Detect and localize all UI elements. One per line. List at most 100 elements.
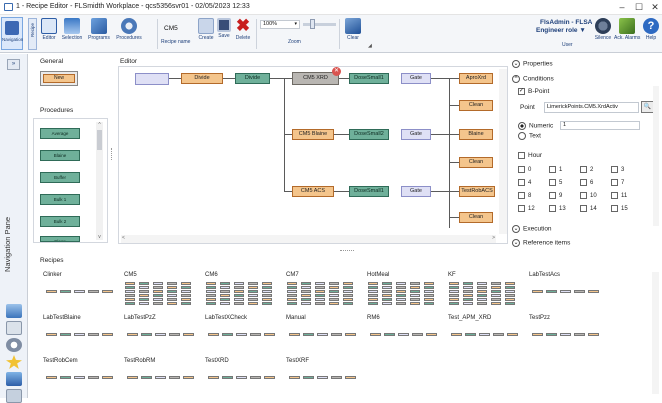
recipe-card[interactable]: CM6 xyxy=(203,270,281,313)
procedures-scrollbar[interactable]: ^ v xyxy=(96,122,103,240)
new-recipe-node[interactable]: New xyxy=(40,71,78,86)
recipe-card[interactable]: RM6 xyxy=(365,313,443,356)
clean-node[interactable]: Clean xyxy=(459,212,493,223)
recipe-nav-icon[interactable] xyxy=(6,372,22,386)
dose-node[interactable]: DoseSmall1 xyxy=(349,186,389,197)
properties-header[interactable]: ⌄ Properties xyxy=(512,60,553,68)
zoom-slider[interactable] xyxy=(303,23,336,26)
procedure-item[interactable]: Bulk 1 xyxy=(40,194,80,205)
delete-button[interactable]: ✖ Delete xyxy=(233,17,253,50)
hour-checkbox-8[interactable]: 8 xyxy=(518,192,531,199)
star-icon[interactable] xyxy=(6,355,22,369)
hour-checkbox-0[interactable]: 0 xyxy=(518,166,531,173)
procedures-button[interactable]: Procedures xyxy=(114,17,144,50)
save-button[interactable]: Save xyxy=(216,17,232,50)
recipe-card[interactable]: HotMeal xyxy=(365,270,443,313)
text-radio[interactable]: Text xyxy=(518,132,541,140)
clean-node[interactable]: Clean xyxy=(459,157,493,168)
splitter-handle[interactable] xyxy=(111,148,113,160)
editor-vertical-scrollbar[interactable] xyxy=(499,69,507,234)
divide-node-orange[interactable]: Divide xyxy=(181,73,223,84)
recipe-card[interactable]: LabTestBlaine xyxy=(41,313,119,356)
recipe-card[interactable]: TestRobRM xyxy=(122,356,200,399)
hour-checkbox-3[interactable]: 3 xyxy=(611,166,624,173)
divide-node-green[interactable]: Divide xyxy=(235,73,270,84)
numeric-radio[interactable]: Numeric xyxy=(518,122,553,130)
recipe-card[interactable]: LabTestPzZ xyxy=(122,313,200,356)
recipe-card[interactable]: TestXRF xyxy=(284,356,362,399)
hour-checkbox-2[interactable]: 2 xyxy=(580,166,593,173)
network-icon[interactable] xyxy=(6,304,22,318)
properties-scrollbar[interactable] xyxy=(653,86,659,226)
recipe-card[interactable]: Test_APM_XRD xyxy=(446,313,524,356)
silence-button[interactable]: Silence xyxy=(592,17,614,50)
editor-horizontal-scrollbar[interactable]: < > xyxy=(121,235,496,243)
point-input[interactable]: LimerickPoints.CM5.XrdActiv xyxy=(544,102,639,113)
recipe-card[interactable]: TestXRD xyxy=(203,356,281,399)
horizontal-splitter[interactable] xyxy=(340,250,354,252)
clean-node[interactable]: Clean xyxy=(459,100,493,111)
dose-node[interactable]: DoseSmall2 xyxy=(349,129,389,140)
scroll-right-icon[interactable]: > xyxy=(492,235,495,241)
recipe-card[interactable]: TestRobCem xyxy=(41,356,119,399)
hour-checkbox-11[interactable]: 11 xyxy=(611,192,627,199)
procedure-item[interactable]: Average xyxy=(40,128,80,139)
recipe-card[interactable]: LabTestAcs xyxy=(527,270,605,313)
procedure-item[interactable]: Clean xyxy=(40,236,80,242)
selection-button[interactable]: Selection xyxy=(60,17,84,50)
remove-node-icon[interactable]: ✕ xyxy=(332,67,341,76)
hour-checkbox-6[interactable]: 6 xyxy=(580,179,593,186)
recipe-card[interactable]: CM5 xyxy=(122,270,200,313)
procedure-item[interactable]: Blaine xyxy=(40,150,80,161)
numeric-input[interactable]: 1 xyxy=(560,121,640,130)
recipe-card[interactable]: Clinker xyxy=(41,270,119,313)
cm5-blaine-node[interactable]: CM5 Blaine xyxy=(292,129,334,140)
reference-items-header[interactable]: ⌄ Reference items xyxy=(512,239,570,247)
bpoint-checkbox[interactable]: ✓ B-Point xyxy=(518,88,549,95)
output-node[interactable]: Blaine xyxy=(459,129,493,140)
maximize-button[interactable]: ☐ xyxy=(631,1,647,13)
recipe-card[interactable]: Manual xyxy=(284,313,362,356)
hour-checkbox-14[interactable]: 14 xyxy=(580,205,597,212)
minimize-button[interactable]: – xyxy=(614,1,630,13)
hour-checkbox-9[interactable]: 9 xyxy=(549,192,562,199)
close-button[interactable]: ✕ xyxy=(647,1,662,13)
hour-checkbox[interactable]: Hour xyxy=(518,152,542,159)
hour-checkbox-4[interactable]: 4 xyxy=(518,179,531,186)
scroll-down-icon[interactable]: v xyxy=(96,234,103,240)
user-role-select[interactable]: Engineer role ▼ xyxy=(536,27,586,34)
settings-icon[interactable] xyxy=(6,389,22,403)
help-button[interactable]: ? Help xyxy=(641,17,661,50)
clock-icon[interactable] xyxy=(6,338,22,352)
clear-button[interactable]: Clear xyxy=(341,17,365,50)
cm5-acs-node[interactable]: CM5 ACS xyxy=(292,186,334,197)
recipe-card[interactable]: CM7 xyxy=(284,270,362,313)
procedure-item[interactable]: Buffer xyxy=(40,172,80,183)
dose-node[interactable]: DoseSmall1 xyxy=(349,73,389,84)
zoom-slider-thumb[interactable] xyxy=(310,19,315,29)
recipe-card[interactable]: TestPzz xyxy=(527,313,605,356)
document-icon[interactable] xyxy=(6,321,22,335)
navigation-button[interactable]: Navigation xyxy=(1,17,23,50)
expand-pane-icon[interactable]: » xyxy=(7,59,20,70)
recipe-card[interactable]: LabTestXCheck xyxy=(203,313,281,356)
output-node[interactable]: AproXrd xyxy=(459,73,493,84)
editor-canvas[interactable]: Divide Divide CM5 XRD ✕ DoseSmall1 Gate … xyxy=(118,66,508,244)
scroll-left-icon[interactable]: < xyxy=(122,235,125,241)
gate-node[interactable]: Gate xyxy=(401,129,431,140)
navigation-pane-label[interactable]: Navigation Pane xyxy=(3,204,25,284)
execution-header[interactable]: ⌄ Execution xyxy=(512,225,552,233)
recipe-tab[interactable]: Recipe xyxy=(28,18,37,50)
recipe-card[interactable]: KF xyxy=(446,270,524,313)
ack-alarms-button[interactable]: Ack. Alarms xyxy=(614,17,640,50)
conditions-header[interactable]: ^ Conditions xyxy=(512,75,554,83)
output-node[interactable]: TestRobACS xyxy=(459,186,495,197)
hour-checkbox-1[interactable]: 1 xyxy=(549,166,562,173)
gate-node[interactable]: Gate xyxy=(401,73,431,84)
gate-node[interactable]: Gate xyxy=(401,186,431,197)
recipe-name-input[interactable]: CM5 xyxy=(164,25,178,32)
ribbon-collapse-icon[interactable]: ◢ xyxy=(368,43,372,49)
zoom-select[interactable]: 100% ▾ xyxy=(260,20,300,29)
programs-button[interactable]: Programs xyxy=(86,17,112,50)
hour-checkbox-15[interactable]: 15 xyxy=(611,205,628,212)
